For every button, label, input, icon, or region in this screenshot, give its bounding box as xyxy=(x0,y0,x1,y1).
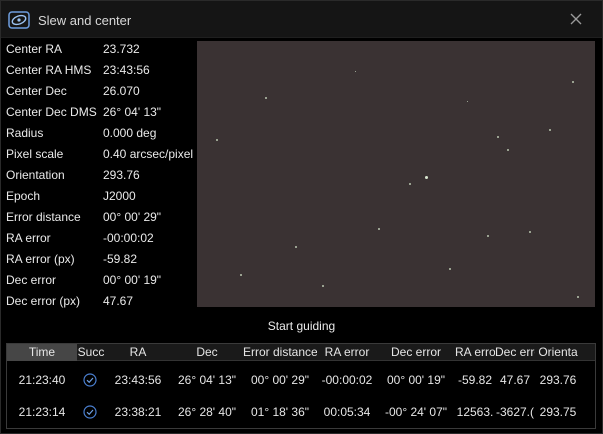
property-label: Center Dec xyxy=(6,84,67,98)
star xyxy=(449,268,451,270)
cell-dec-error: -00° 24' 07" xyxy=(384,405,448,419)
property-row: Center RA HMS 23:43:56 xyxy=(6,60,196,81)
slew-and-center-window: Slew and center Center RA 23.732 Center R… xyxy=(0,0,603,434)
property-label: Dec error (px) xyxy=(6,294,81,308)
star xyxy=(497,136,499,138)
cell-dec-error: 00° 00' 19" xyxy=(386,373,446,387)
star xyxy=(467,101,468,102)
cell-orientation: 293.76 xyxy=(539,373,577,387)
column-header-orientation[interactable]: Orienta xyxy=(535,344,581,361)
start-guiding-button[interactable]: Start guiding xyxy=(1,315,602,337)
property-row: Radius 0.000 deg xyxy=(6,123,196,144)
property-value: -59.82 xyxy=(103,252,138,266)
close-icon[interactable] xyxy=(566,9,586,29)
property-row: Center RA 23.732 xyxy=(6,39,196,60)
cell-ra: 23:38:21 xyxy=(114,405,162,419)
star xyxy=(378,228,380,230)
star xyxy=(487,235,489,237)
property-label: Error distance xyxy=(6,210,81,224)
property-value: J2000 xyxy=(103,189,136,203)
star xyxy=(507,149,509,151)
table-header: Time Succ RA Dec Error distance RA error… xyxy=(7,344,595,361)
column-header-time[interactable]: Time xyxy=(7,344,77,361)
star-field-preview[interactable] xyxy=(197,41,595,307)
star xyxy=(572,81,574,83)
cell-dec: 26° 28' 40" xyxy=(177,405,237,419)
star xyxy=(549,129,551,131)
cell-orientation: 293.75 xyxy=(539,405,577,419)
column-header-success[interactable]: Succ xyxy=(77,344,105,361)
property-row: Pixel scale 0.40 arcsec/pixel xyxy=(6,144,196,165)
property-value: -00:00:02 xyxy=(103,231,154,245)
cell-ra-error-px: -59.82 xyxy=(457,373,493,387)
property-value: 23.732 xyxy=(103,42,140,56)
property-label: RA error xyxy=(6,231,51,245)
column-header-error-distance[interactable]: Error distance xyxy=(243,344,317,361)
star xyxy=(355,71,356,72)
property-label: Center Dec DMS xyxy=(6,105,97,119)
property-label: Epoch xyxy=(6,189,41,203)
column-header-ra-error[interactable]: RA error xyxy=(317,344,377,361)
star xyxy=(216,139,218,141)
check-circle-icon xyxy=(83,405,97,419)
app-logo-icon xyxy=(8,11,30,29)
star xyxy=(265,97,267,99)
star xyxy=(577,296,579,298)
property-row: Dec error (px) 47.67 xyxy=(6,291,196,312)
cell-error-distance: 01° 18' 36" xyxy=(250,405,310,419)
star xyxy=(425,176,428,179)
cell-dec: 26° 04' 13" xyxy=(177,373,237,387)
property-row: Error distance 00° 00' 29" xyxy=(6,207,196,228)
column-header-ra[interactable]: RA xyxy=(105,344,171,361)
cell-ra: 23:43:56 xyxy=(114,373,162,387)
property-row: Orientation 293.76 xyxy=(6,165,196,186)
column-header-ra-error-px[interactable]: RA erro xyxy=(455,344,495,361)
property-label: RA error (px) xyxy=(6,252,75,266)
star xyxy=(322,285,324,287)
property-row: RA error (px) -59.82 xyxy=(6,249,196,270)
property-value: 26° 04' 13" xyxy=(103,105,162,119)
star xyxy=(529,231,531,233)
property-label: Pixel scale xyxy=(6,147,64,161)
star xyxy=(409,183,411,185)
column-header-dec-error[interactable]: Dec error xyxy=(377,344,455,361)
property-label: Center RA HMS xyxy=(6,63,92,77)
property-value: 293.76 xyxy=(103,168,140,182)
slew-history-table: Time Succ RA Dec Error distance RA error… xyxy=(6,343,596,429)
star xyxy=(295,246,297,248)
cell-time: 21:23:40 xyxy=(18,373,66,387)
property-row: Center Dec 26.070 xyxy=(6,81,196,102)
cell-error-distance: 00° 00' 29" xyxy=(250,373,310,387)
property-value: 26.070 xyxy=(103,84,140,98)
cell-dec-error-px: -3627.( xyxy=(495,405,535,419)
cell-ra-error: -00:00:02 xyxy=(321,373,373,387)
cell-time: 21:23:14 xyxy=(18,405,66,419)
property-value: 00° 00' 29" xyxy=(103,210,162,224)
property-value: 47.67 xyxy=(103,294,134,308)
column-header-dec-error-px[interactable]: Dec erro xyxy=(495,344,535,361)
cell-ra-error-px: 12563. xyxy=(456,405,494,419)
table-row[interactable]: 21:23:40 23:43:56 26° 04' 13" 00° 00' 29… xyxy=(7,368,595,392)
property-row: Epoch J2000 xyxy=(6,186,196,207)
property-value: 0.40 arcsec/pixel xyxy=(103,147,194,161)
property-label: Center RA xyxy=(6,42,63,56)
properties-panel: Center RA 23.732 Center RA HMS 23:43:56 Ce… xyxy=(6,39,196,312)
property-row: Dec error 00° 00' 19" xyxy=(6,270,196,291)
property-value: 23:43:56 xyxy=(103,63,150,77)
property-row: Center Dec DMS 26° 04' 13" xyxy=(6,102,196,123)
table-row[interactable]: 21:23:14 23:38:21 26° 28' 40" 01° 18' 36… xyxy=(7,400,595,424)
property-value: 00° 00' 19" xyxy=(103,273,162,287)
cell-dec-error-px: 47.67 xyxy=(499,373,531,387)
property-row: RA error -00:00:02 xyxy=(6,228,196,249)
property-label: Orientation xyxy=(6,168,65,182)
title-bar[interactable]: Slew and center xyxy=(1,1,602,38)
column-header-dec[interactable]: Dec xyxy=(171,344,243,361)
property-label: Radius xyxy=(6,126,44,140)
property-value: 0.000 deg xyxy=(103,126,157,140)
window-title: Slew and center xyxy=(38,13,132,28)
property-label: Dec error xyxy=(6,273,57,287)
check-circle-icon xyxy=(83,373,97,387)
star xyxy=(240,274,242,276)
cell-ra-error: 00:05:34 xyxy=(323,405,371,419)
